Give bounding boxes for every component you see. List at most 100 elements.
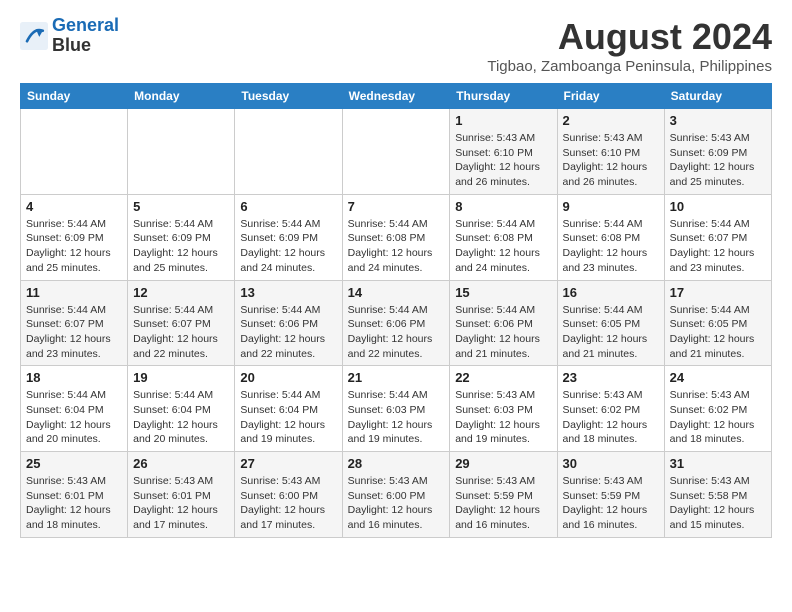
calendar-cell: 8Sunrise: 5:44 AM Sunset: 6:08 PM Daylig… bbox=[450, 194, 557, 280]
day-number: 10 bbox=[670, 199, 766, 214]
logo-line1: General bbox=[52, 15, 119, 35]
day-info: Sunrise: 5:44 AM Sunset: 6:09 PM Dayligh… bbox=[133, 217, 229, 276]
day-info: Sunrise: 5:44 AM Sunset: 6:08 PM Dayligh… bbox=[348, 217, 445, 276]
day-number: 14 bbox=[348, 285, 445, 300]
day-info: Sunrise: 5:44 AM Sunset: 6:08 PM Dayligh… bbox=[455, 217, 551, 276]
calendar-table: SundayMondayTuesdayWednesdayThursdayFrid… bbox=[20, 83, 772, 538]
day-number: 22 bbox=[455, 370, 551, 385]
calendar-cell: 17 Sunrise: 5:44 AM Sunset: 6:05 PM Dayli… bbox=[664, 280, 771, 366]
day-info: Sunrise: 5:44 AM Sunset: 6:08 PM Dayligh… bbox=[563, 217, 659, 276]
day-info: Sunrise: 5:44 AM Sunset: 6:04 PM Dayligh… bbox=[240, 388, 336, 447]
header-friday: Friday bbox=[557, 84, 664, 109]
calendar-cell: 23 Sunrise: 5:43 AM Sunset: 6:02 PM Dayli… bbox=[557, 366, 664, 452]
calendar-week-5: 25 Sunrise: 5:43 AM Sunset: 6:01 PM Dayli… bbox=[21, 452, 772, 538]
day-number: 23 bbox=[563, 370, 659, 385]
calendar-cell: 7 Sunrise: 5:44 AM Sunset: 6:08 PM Daylig… bbox=[342, 194, 450, 280]
day-number: 30 bbox=[563, 456, 659, 471]
header-saturday: Saturday bbox=[664, 84, 771, 109]
day-number: 7 bbox=[348, 199, 445, 214]
calendar-cell: 26 Sunrise: 5:43 AM Sunset: 6:01 PM Dayli… bbox=[128, 452, 235, 538]
day-info: Sunrise: 5:44 AM Sunset: 6:06 PM Dayligh… bbox=[240, 303, 336, 362]
logo-text: General Blue bbox=[52, 16, 119, 56]
calendar-header: SundayMondayTuesdayWednesdayThursdayFrid… bbox=[21, 84, 772, 109]
header-tuesday: Tuesday bbox=[235, 84, 342, 109]
day-number: 28 bbox=[348, 456, 445, 471]
day-number: 25 bbox=[26, 456, 122, 471]
calendar-cell: 6 Sunrise: 5:44 AM Sunset: 6:09 PM Daylig… bbox=[235, 194, 342, 280]
calendar-cell: 1 Sunrise: 5:43 AM Sunset: 6:10 PM Daylig… bbox=[450, 109, 557, 195]
day-number: 2 bbox=[563, 113, 659, 128]
days-header-row: SundayMondayTuesdayWednesdayThursdayFrid… bbox=[21, 84, 772, 109]
day-info: Sunrise: 5:43 AM Sunset: 5:59 PM Dayligh… bbox=[563, 474, 659, 533]
day-number: 18 bbox=[26, 370, 122, 385]
day-number: 13 bbox=[240, 285, 336, 300]
calendar-cell: 21Sunrise: 5:44 AM Sunset: 6:03 PM Dayli… bbox=[342, 366, 450, 452]
day-number: 9 bbox=[563, 199, 659, 214]
logo-icon bbox=[20, 22, 48, 50]
day-info: Sunrise: 5:43 AM Sunset: 6:00 PM Dayligh… bbox=[348, 474, 445, 533]
day-info: Sunrise: 5:43 AM Sunset: 6:10 PM Dayligh… bbox=[455, 131, 551, 190]
day-info: Sunrise: 5:43 AM Sunset: 5:58 PM Dayligh… bbox=[670, 474, 766, 533]
calendar-cell: 22 Sunrise: 5:43 AM Sunset: 6:03 PM Dayli… bbox=[450, 366, 557, 452]
day-number: 17 bbox=[670, 285, 766, 300]
calendar-week-4: 18 Sunrise: 5:44 AM Sunset: 6:04 PM Dayli… bbox=[21, 366, 772, 452]
calendar-cell: 18Sunrise: 5:44 AM Sunset: 6:04 PM Dayli… bbox=[21, 366, 128, 452]
day-number: 20 bbox=[240, 370, 336, 385]
calendar-week-1: 1 Sunrise: 5:43 AM Sunset: 6:10 PM Daylig… bbox=[21, 109, 772, 195]
calendar-cell: 25Sunrise: 5:43 AM Sunset: 6:01 PM Dayli… bbox=[21, 452, 128, 538]
day-info: Sunrise: 5:43 AM Sunset: 6:03 PM Dayligh… bbox=[455, 388, 551, 447]
day-info: Sunrise: 5:44 AM Sunset: 6:04 PM Dayligh… bbox=[133, 388, 229, 447]
day-info: Sunrise: 5:44 AM Sunset: 6:07 PM Dayligh… bbox=[26, 303, 122, 362]
page-header: General Blue August 2024 Tigbao, Zamboan… bbox=[20, 16, 772, 75]
day-number: 29 bbox=[455, 456, 551, 471]
day-number: 15 bbox=[455, 285, 551, 300]
calendar-cell: 27 Sunrise: 5:43 AM Sunset: 6:00 PM Dayli… bbox=[235, 452, 342, 538]
calendar-cell: 28 Sunrise: 5:43 AM Sunset: 6:00 PM Dayli… bbox=[342, 452, 450, 538]
calendar-cell: 9 Sunrise: 5:44 AM Sunset: 6:08 PM Daylig… bbox=[557, 194, 664, 280]
day-info: Sunrise: 5:44 AM Sunset: 6:05 PM Dayligh… bbox=[670, 303, 766, 362]
day-info: Sunrise: 5:43 AM Sunset: 6:09 PM Dayligh… bbox=[670, 131, 766, 190]
day-number: 21 bbox=[348, 370, 445, 385]
day-info: Sunrise: 5:43 AM Sunset: 6:01 PM Dayligh… bbox=[133, 474, 229, 533]
day-info: Sunrise: 5:44 AM Sunset: 6:09 PM Dayligh… bbox=[240, 217, 336, 276]
header-monday: Monday bbox=[128, 84, 235, 109]
calendar-week-2: 4 Sunrise: 5:44 AM Sunset: 6:09 PM Daylig… bbox=[21, 194, 772, 280]
header-wednesday: Wednesday bbox=[342, 84, 450, 109]
day-number: 19 bbox=[133, 370, 229, 385]
calendar-cell: 29 Sunrise: 5:43 AM Sunset: 5:59 PM Dayli… bbox=[450, 452, 557, 538]
calendar-body: 1 Sunrise: 5:43 AM Sunset: 6:10 PM Daylig… bbox=[21, 109, 772, 538]
day-number: 4 bbox=[26, 199, 122, 214]
day-info: Sunrise: 5:43 AM Sunset: 6:00 PM Dayligh… bbox=[240, 474, 336, 533]
header-thursday: Thursday bbox=[450, 84, 557, 109]
day-number: 24 bbox=[670, 370, 766, 385]
day-info: Sunrise: 5:43 AM Sunset: 6:10 PM Dayligh… bbox=[563, 131, 659, 190]
calendar-cell: 3 Sunrise: 5:43 AM Sunset: 6:09 PM Daylig… bbox=[664, 109, 771, 195]
day-number: 3 bbox=[670, 113, 766, 128]
day-info: Sunrise: 5:44 AM Sunset: 6:06 PM Dayligh… bbox=[455, 303, 551, 362]
day-number: 1 bbox=[455, 113, 551, 128]
calendar-cell bbox=[235, 109, 342, 195]
calendar-cell: 14 Sunrise: 5:44 AM Sunset: 6:06 PM Dayli… bbox=[342, 280, 450, 366]
day-number: 5 bbox=[133, 199, 229, 214]
day-number: 26 bbox=[133, 456, 229, 471]
calendar-cell: 30 Sunrise: 5:43 AM Sunset: 5:59 PM Dayli… bbox=[557, 452, 664, 538]
day-info: Sunrise: 5:44 AM Sunset: 6:07 PM Dayligh… bbox=[670, 217, 766, 276]
calendar-cell: 16Sunrise: 5:44 AM Sunset: 6:05 PM Dayli… bbox=[557, 280, 664, 366]
day-number: 16 bbox=[563, 285, 659, 300]
day-number: 6 bbox=[240, 199, 336, 214]
calendar-cell: 15 Sunrise: 5:44 AM Sunset: 6:06 PM Dayli… bbox=[450, 280, 557, 366]
calendar-week-3: 11Sunrise: 5:44 AM Sunset: 6:07 PM Dayli… bbox=[21, 280, 772, 366]
day-info: Sunrise: 5:43 AM Sunset: 6:02 PM Dayligh… bbox=[563, 388, 659, 447]
day-info: Sunrise: 5:44 AM Sunset: 6:07 PM Dayligh… bbox=[133, 303, 229, 362]
calendar-cell bbox=[342, 109, 450, 195]
calendar-cell: 2 Sunrise: 5:43 AM Sunset: 6:10 PM Daylig… bbox=[557, 109, 664, 195]
day-number: 27 bbox=[240, 456, 336, 471]
day-info: Sunrise: 5:43 AM Sunset: 5:59 PM Dayligh… bbox=[455, 474, 551, 533]
title-block: August 2024 Tigbao, Zamboanga Peninsula,… bbox=[487, 16, 772, 75]
header-sunday: Sunday bbox=[21, 84, 128, 109]
day-number: 31 bbox=[670, 456, 766, 471]
day-info: Sunrise: 5:44 AM Sunset: 6:06 PM Dayligh… bbox=[348, 303, 445, 362]
calendar-cell: 13 Sunrise: 5:44 AM Sunset: 6:06 PM Dayli… bbox=[235, 280, 342, 366]
calendar-cell: 4Sunrise: 5:44 AM Sunset: 6:09 PM Daylig… bbox=[21, 194, 128, 280]
calendar-cell bbox=[21, 109, 128, 195]
